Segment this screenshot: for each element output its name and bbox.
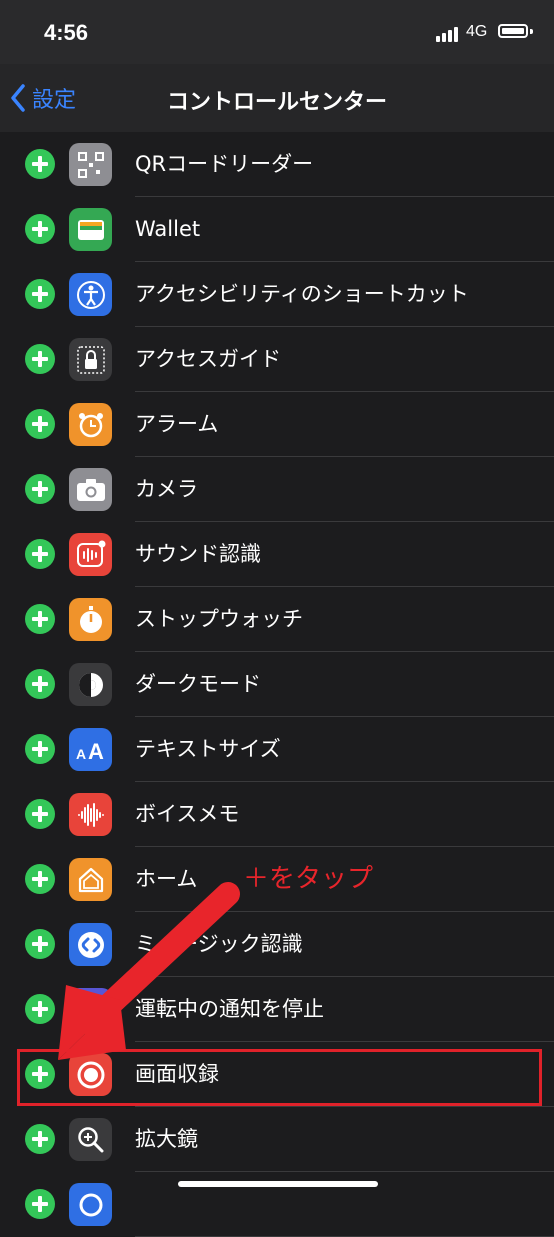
home-indicator <box>178 1181 378 1187</box>
annotation-arrow <box>58 882 240 1060</box>
